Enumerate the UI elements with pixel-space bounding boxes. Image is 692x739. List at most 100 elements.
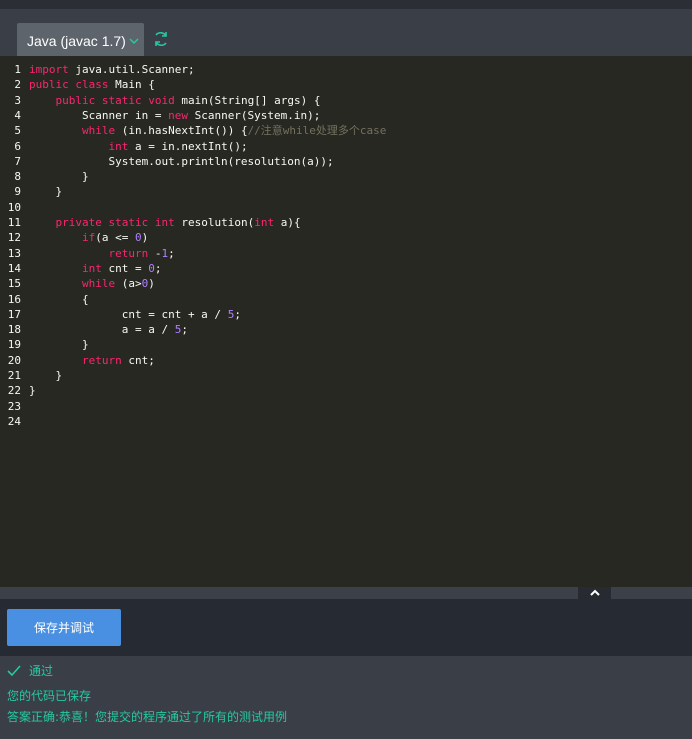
code-text: return cnt; (29, 353, 155, 368)
code-token: int (254, 216, 275, 229)
code-text: } (29, 184, 62, 199)
code-token: } (29, 170, 89, 184)
code-token: (in.hasNextInt()) { (115, 124, 248, 138)
line-number: 21 (7, 369, 21, 382)
code-text: int a = in.nextInt(); (29, 139, 248, 154)
code-token: Scanner(System.in); (187, 108, 321, 122)
code-token: a = in.nextInt(); (128, 139, 248, 153)
code-text: Scanner in = new Scanner(System.in); (29, 108, 320, 123)
code-text: { (29, 292, 89, 307)
code-text: if(a <= 0) (29, 230, 148, 245)
code-text: int cnt = 0; (29, 261, 161, 276)
code-token: } (29, 185, 63, 199)
refresh-icon[interactable] (152, 30, 170, 48)
code-text: public class Main { (29, 77, 155, 92)
code-token: ) (148, 277, 155, 291)
code-token: ; (181, 323, 188, 337)
code-token: ; (154, 261, 162, 275)
line-number: 13 (7, 246, 21, 260)
code-token: //注意while处理多个case (247, 124, 387, 138)
line-number: 9 (14, 185, 21, 199)
code-token: resolution( (174, 216, 255, 229)
line-number: 12 (7, 231, 21, 245)
code-token: import (29, 63, 69, 76)
code-text: } (29, 383, 36, 398)
code-token: (a <= (95, 231, 135, 245)
collapse-toggle[interactable] (578, 587, 611, 599)
line-number: 20 (7, 353, 21, 367)
code-text: } (29, 169, 89, 184)
code-text: } (29, 368, 62, 383)
code-token: (a> (115, 277, 142, 291)
code-token: void (148, 93, 175, 107)
editor-toolbar: Java (javac 1.7) (0, 9, 692, 58)
code-text: cnt = cnt + a / 5; (29, 307, 241, 322)
line-number: 23 (7, 399, 21, 413)
panel-splitter[interactable] (0, 587, 692, 599)
code-token: while (81, 124, 116, 138)
code-token: main(String[] args) { (174, 93, 321, 107)
code-token: int (81, 261, 102, 275)
code-token: System.out.println(resolution(a)); (29, 154, 334, 168)
saved-message: 您的代码已保存 (7, 689, 92, 703)
line-number: 1 (14, 63, 21, 76)
code-token: private (55, 216, 102, 229)
code-token: int (108, 139, 129, 153)
code-token: - (148, 246, 162, 260)
line-number: 4 (14, 108, 21, 122)
code-text: import java.util.Scanner; (29, 62, 195, 77)
code-token: return (81, 353, 122, 367)
code-token: if (81, 231, 96, 245)
chevron-down-icon (128, 35, 140, 47)
code-token: cnt; (121, 353, 155, 367)
line-number: 16 (7, 292, 21, 306)
code-text: return -1; (29, 246, 175, 261)
code-text: public static void main(String[] args) { (29, 93, 321, 108)
code-text: a = a / 5; (29, 322, 188, 337)
chevron-up-icon (589, 588, 601, 598)
line-number: 15 (7, 277, 21, 291)
code-text: private static int resolution(int a){ (29, 215, 301, 230)
code-token: static (108, 216, 149, 229)
save-debug-button[interactable]: 保存并调试 (7, 609, 121, 646)
code-token: a = a / (29, 323, 175, 337)
line-number: 18 (7, 323, 21, 337)
language-label: Java (javac 1.7) (27, 32, 126, 49)
line-number: 11 (7, 216, 21, 229)
code-token: ) (141, 231, 149, 245)
code-token: 0 (134, 231, 142, 245)
line-number: 8 (14, 170, 21, 184)
line-number: 3 (14, 93, 21, 107)
code-token: int (154, 216, 175, 229)
line-number: 7 (14, 154, 21, 168)
code-token: } (29, 384, 36, 398)
code-text: } (29, 337, 89, 352)
code-token: a){ (274, 216, 301, 229)
check-icon (7, 664, 21, 677)
code-token: public (29, 78, 69, 92)
language-select[interactable]: Java (javac 1.7) (17, 23, 144, 58)
code-editor[interactable]: 1 import java.util.Scanner; 2 public class … (0, 56, 692, 587)
code-token: ; (168, 246, 175, 260)
code-token: while (81, 277, 116, 291)
action-bar: 保存并调试 (0, 599, 692, 656)
code-token: ; (234, 307, 241, 321)
answer-message: 答案正确:恭喜！您提交的程序通过了所有的测试用例 (7, 710, 288, 724)
code-text: while (in.hasNextInt()) {//注意while处理多个ca… (29, 123, 386, 138)
code-token: java.util.Scanner; (68, 63, 195, 76)
code-token: } (29, 338, 89, 352)
code-token: 0 (148, 261, 155, 275)
line-number: 5 (14, 124, 21, 138)
line-number: 17 (7, 307, 21, 321)
line-number: 24 (7, 414, 21, 428)
code-token: } (29, 369, 63, 382)
status-row: 通过 (7, 662, 53, 679)
code-text: while (a>0) (29, 276, 155, 291)
